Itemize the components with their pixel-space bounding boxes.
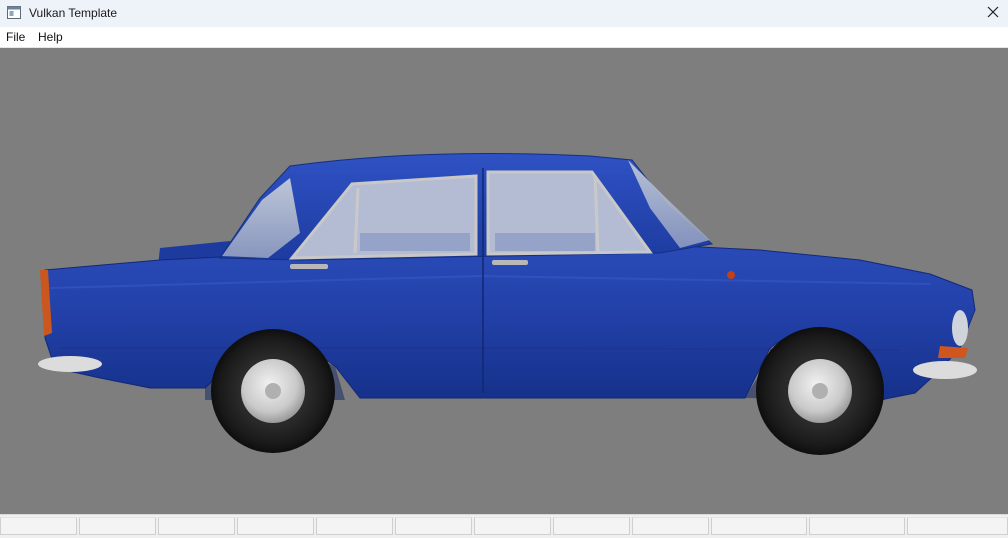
status-pane — [237, 517, 314, 535]
status-bar — [0, 514, 1008, 538]
status-pane — [395, 517, 472, 535]
status-pane — [474, 517, 551, 535]
rear-wheel — [211, 329, 335, 453]
status-pane — [632, 517, 709, 535]
status-pane — [316, 517, 393, 535]
status-pane — [809, 517, 905, 535]
status-pane — [907, 517, 1008, 535]
status-pane — [79, 517, 156, 535]
app-window-icon — [7, 6, 21, 19]
status-pane — [553, 517, 630, 535]
front-wheel — [756, 327, 884, 455]
car-render — [38, 153, 977, 455]
menu-file[interactable]: File — [6, 30, 25, 44]
close-button[interactable] — [978, 0, 1008, 27]
menu-bar: File Help — [0, 27, 1008, 48]
status-pane — [0, 517, 77, 535]
window-title: Vulkan Template — [29, 6, 118, 20]
close-icon — [987, 5, 999, 23]
render-viewport[interactable] — [0, 48, 1008, 514]
title-bar: Vulkan Template — [0, 0, 1008, 27]
status-pane — [711, 517, 807, 535]
menu-help[interactable]: Help — [38, 30, 63, 44]
status-pane — [158, 517, 235, 535]
